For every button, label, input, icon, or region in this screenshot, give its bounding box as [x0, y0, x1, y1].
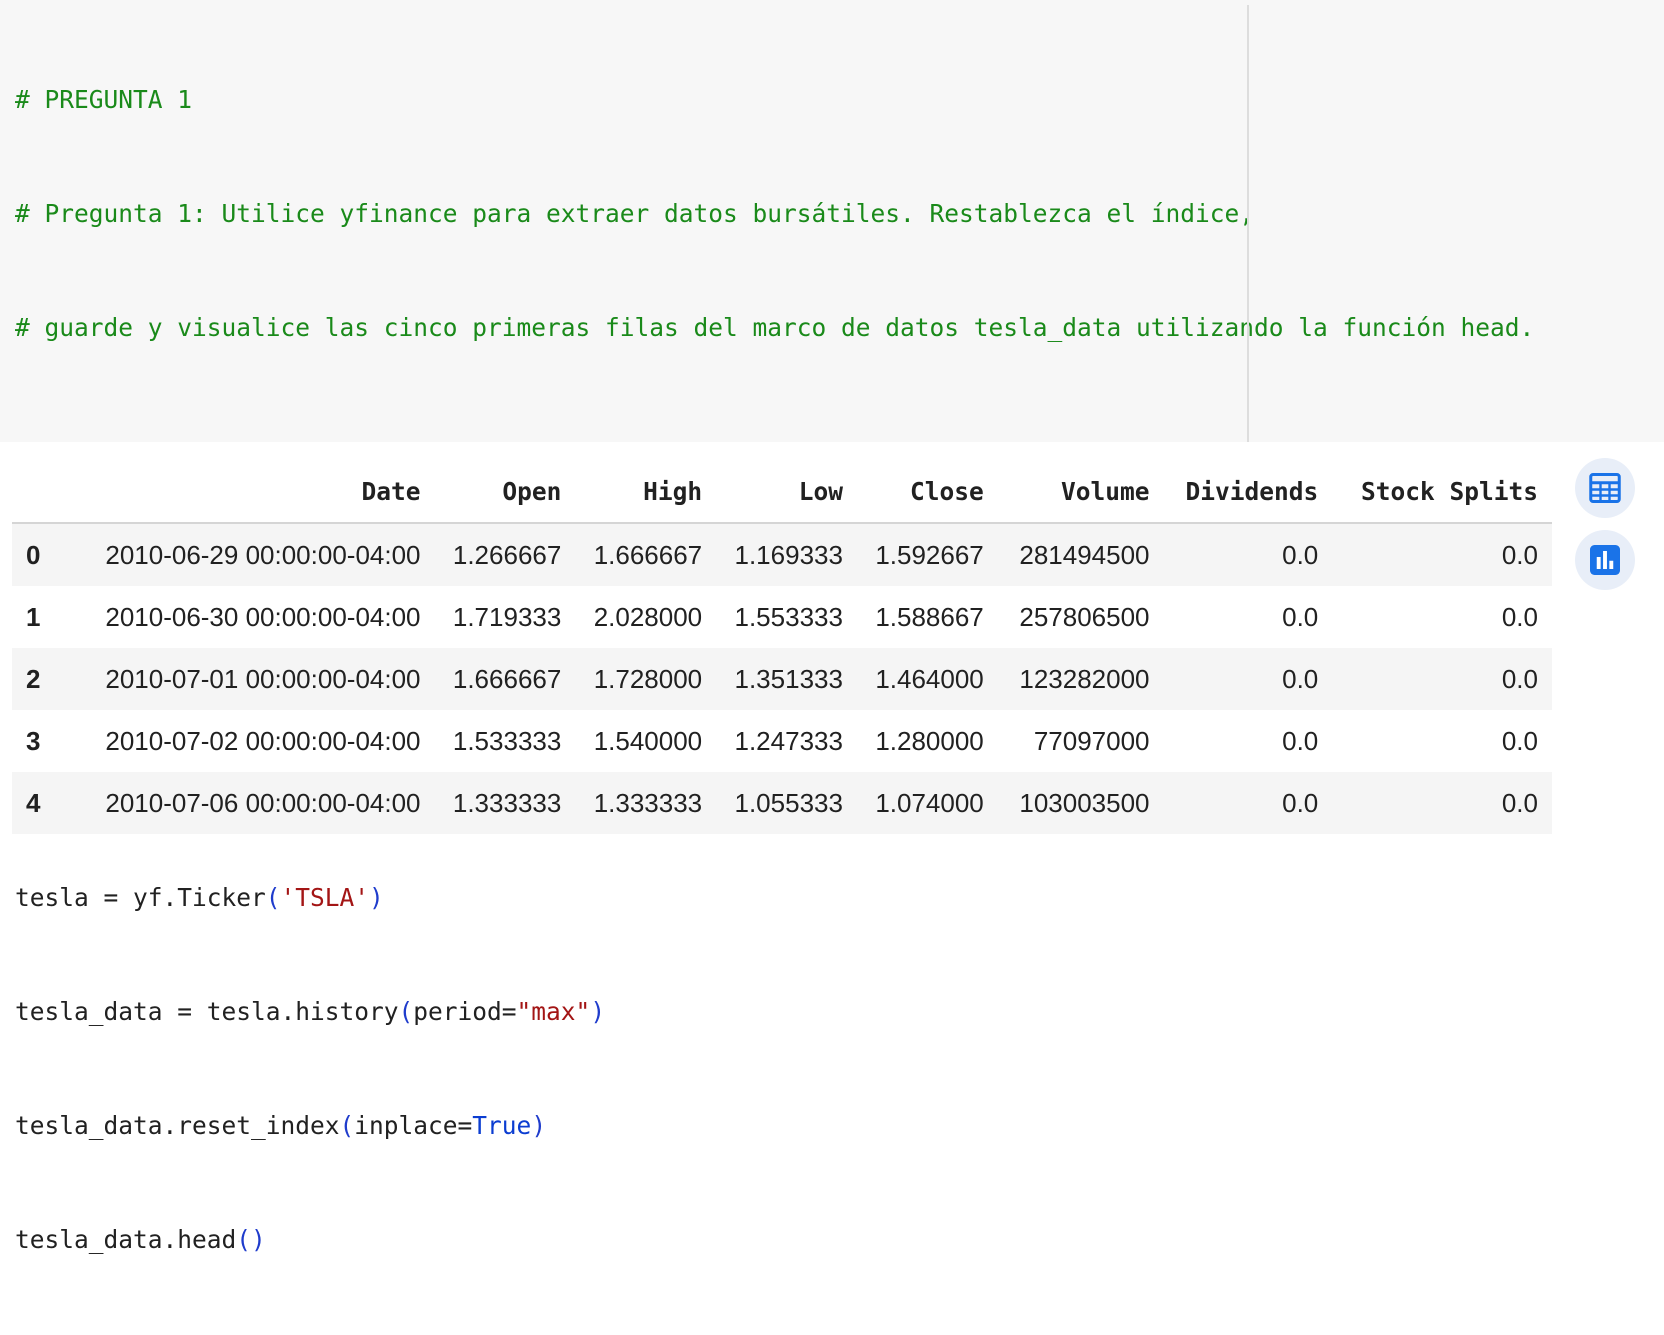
cell-open: 1.666667 — [434, 648, 576, 710]
constant-literal: True — [472, 1111, 532, 1140]
string-literal: 'TSLA' — [280, 883, 370, 912]
column-header-volume: Volume — [997, 460, 1164, 524]
string-literal: "max" — [516, 997, 591, 1026]
cell-dividends: 0.0 — [1163, 586, 1333, 648]
table-row: 3 2010-07-02 00:00:00-04:00 1.533333 1.5… — [12, 710, 1552, 772]
cell-high: 1.666667 — [575, 523, 717, 586]
table-row: 4 2010-07-06 00:00:00-04:00 1.333333 1.3… — [12, 772, 1552, 834]
line-length-ruler — [1247, 5, 1249, 442]
paren: ( — [339, 1111, 355, 1140]
cell-volume: 77097000 — [997, 710, 1164, 772]
paren: ) — [590, 997, 606, 1026]
code-line-9: tesla_data = tesla.history(period="max") — [15, 993, 1534, 1031]
cell-close: 1.588667 — [856, 586, 998, 648]
cell-open: 1.533333 — [434, 710, 576, 772]
cell-close: 1.074000 — [856, 772, 998, 834]
cell-open: 1.719333 — [434, 586, 576, 648]
cell-stock-splits: 0.0 — [1332, 523, 1552, 586]
cell-date: 2010-06-29 00:00:00-04:00 — [56, 523, 435, 586]
cell-output: Date Open High Low Close Volume Dividend… — [12, 460, 1552, 834]
cell-close: 1.464000 — [856, 648, 998, 710]
code-text: period= — [413, 997, 517, 1026]
column-header-close: Close — [856, 460, 998, 524]
code-text: tesla_data.head — [15, 1225, 237, 1254]
column-header-dividends: Dividends — [1163, 460, 1333, 524]
dataframe-table: Date Open High Low Close Volume Dividend… — [12, 460, 1552, 834]
cell-dividends: 0.0 — [1163, 523, 1333, 586]
comment: # guarde y visualice las cinco primeras … — [15, 313, 1535, 342]
cell-dividends: 0.0 — [1163, 648, 1333, 710]
column-header-high: High — [575, 460, 717, 524]
code-line-8: tesla = yf.Ticker('TSLA') — [15, 879, 1534, 917]
comment: # Pregunta 1: Utilice yfinance para extr… — [15, 199, 1255, 228]
cell-open: 1.266667 — [434, 523, 576, 586]
cell-dividends: 0.0 — [1163, 772, 1333, 834]
cell-high: 1.333333 — [575, 772, 717, 834]
cell-date: 2010-07-01 00:00:00-04:00 — [56, 648, 435, 710]
cell-low: 1.169333 — [716, 523, 857, 586]
cell-volume: 257806500 — [997, 586, 1164, 648]
cell-stock-splits: 0.0 — [1332, 772, 1552, 834]
bar-chart-icon — [1590, 545, 1620, 575]
table-row: 1 2010-06-30 00:00:00-04:00 1.719333 2.0… — [12, 586, 1552, 648]
cell-close: 1.280000 — [856, 710, 998, 772]
cell-low: 1.553333 — [716, 586, 857, 648]
cell-volume: 103003500 — [997, 772, 1164, 834]
table-header-row: Date Open High Low Close Volume Dividend… — [12, 460, 1552, 524]
cell-close: 1.592667 — [856, 523, 998, 586]
paren: () — [236, 1225, 266, 1254]
code-text: inplace= — [354, 1111, 473, 1140]
paren: ( — [265, 883, 281, 912]
paren: ) — [369, 883, 384, 912]
column-header-low: Low — [716, 460, 857, 524]
cell-date: 2010-07-06 00:00:00-04:00 — [56, 772, 435, 834]
table-row: 2 2010-07-01 00:00:00-04:00 1.666667 1.7… — [12, 648, 1552, 710]
code-text: tesla_data.reset_index — [15, 1111, 340, 1140]
cell-low: 1.055333 — [716, 772, 857, 834]
code-text: tesla_data = tesla.history — [15, 997, 399, 1026]
cell-high: 2.028000 — [575, 586, 717, 648]
code-text: tesla = yf.Ticker — [15, 883, 266, 912]
row-index: 0 — [12, 523, 56, 586]
column-header-date: Date — [56, 460, 435, 524]
cell-high: 1.540000 — [575, 710, 717, 772]
paren: ( — [398, 997, 414, 1026]
cell-dividends: 0.0 — [1163, 710, 1333, 772]
cell-low: 1.247333 — [716, 710, 857, 772]
row-index: 3 — [12, 710, 56, 772]
row-index: 1 — [12, 586, 56, 648]
cell-volume: 123282000 — [997, 648, 1164, 710]
convert-to-interactive-table-button[interactable] — [1575, 458, 1635, 518]
paren: ) — [531, 1111, 547, 1140]
cell-high: 1.728000 — [575, 648, 717, 710]
cell-low: 1.351333 — [716, 648, 857, 710]
cell-stock-splits: 0.0 — [1332, 586, 1552, 648]
code-line-1: # PREGUNTA 1 — [15, 81, 1534, 119]
column-header-open: Open — [434, 460, 576, 524]
cell-volume: 281494500 — [997, 523, 1164, 586]
cell-date: 2010-06-30 00:00:00-04:00 — [56, 586, 435, 648]
comment: # PREGUNTA 1 — [15, 85, 193, 114]
cell-date: 2010-07-02 00:00:00-04:00 — [56, 710, 435, 772]
cell-open: 1.333333 — [434, 772, 576, 834]
table-icon — [1589, 473, 1621, 503]
table-row: 0 2010-06-29 00:00:00-04:00 1.266667 1.6… — [12, 523, 1552, 586]
row-index: 2 — [12, 648, 56, 710]
row-index: 4 — [12, 772, 56, 834]
code-line-10: tesla_data.reset_index(inplace=True) — [15, 1107, 1534, 1145]
code-line-2: # Pregunta 1: Utilice yfinance para extr… — [15, 195, 1534, 233]
column-header-stock-splits: Stock Splits — [1332, 460, 1552, 524]
suggest-charts-button[interactable] — [1575, 530, 1635, 590]
code-line-11: tesla_data.head() — [15, 1221, 1534, 1259]
code-line-3: # guarde y visualice las cinco primeras … — [15, 309, 1534, 347]
cell-stock-splits: 0.0 — [1332, 648, 1552, 710]
column-header-index — [12, 460, 56, 524]
cell-stock-splits: 0.0 — [1332, 710, 1552, 772]
code-cell[interactable]: # PREGUNTA 1 # Pregunta 1: Utilice yfina… — [0, 0, 1664, 1254]
